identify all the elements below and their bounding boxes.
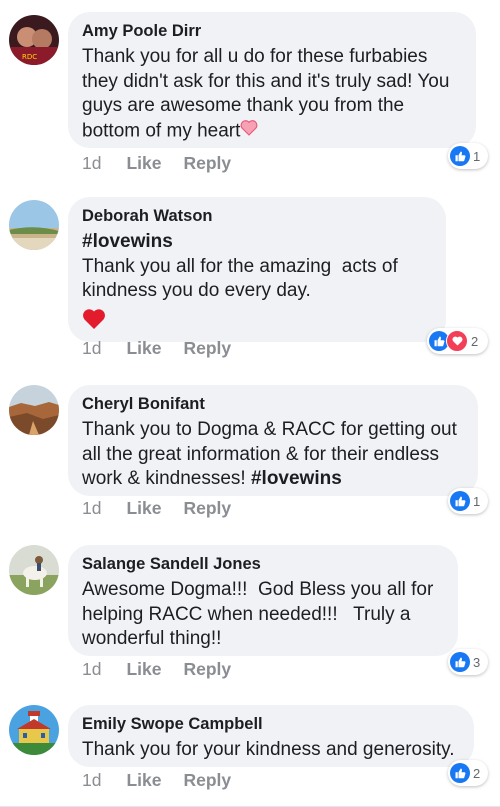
heart-emoji-icon [82,308,430,335]
profile-photo-icon [9,705,59,755]
comment-actions: 1d Like Reply [82,770,231,791]
comment-item: Salange Sandell Jones Awesome Dogma!!! G… [0,535,500,695]
like-button[interactable]: Like [126,338,161,359]
avatar[interactable] [9,385,59,435]
reply-button[interactable]: Reply [184,338,232,359]
avatar[interactable]: RDC [9,15,59,65]
reaction-summary[interactable]: 2 [448,760,488,786]
comment-author[interactable]: Cheryl Bonifant [82,394,462,414]
like-button[interactable]: Like [126,770,161,791]
timestamp[interactable]: 1d [82,659,101,680]
timestamp[interactable]: 1d [82,498,101,519]
comment-author[interactable]: Emily Swope Campbell [82,714,458,734]
comment-author[interactable]: Salange Sandell Jones [82,554,442,574]
comment-text: Thank you for all u do for these furbabi… [82,46,455,141]
reply-button[interactable]: Reply [184,153,232,174]
avatar[interactable] [9,545,59,595]
timestamp[interactable]: 1d [82,338,101,359]
like-reaction-icon [450,763,470,783]
comment-bubble: Deborah Watson #lovewins Thank you all f… [68,197,446,342]
reaction-summary[interactable]: 3 [448,649,488,675]
timestamp[interactable]: 1d [82,153,101,174]
like-button[interactable]: Like [126,498,161,519]
comment-item: Cheryl Bonifant Thank you to Dogma & RAC… [0,375,500,535]
comment-bubble: Emily Swope Campbell Thank you for your … [68,705,474,767]
comment-actions: 1d Like Reply [82,498,231,519]
like-button[interactable]: Like [126,659,161,680]
comment-item: Emily Swope Campbell Thank you for your … [0,695,500,807]
reaction-summary[interactable]: 2 [427,328,488,354]
like-reaction-icon [450,146,470,166]
avatar[interactable] [9,200,59,250]
comment-author[interactable]: Amy Poole Dirr [82,21,460,41]
reaction-summary[interactable]: 1 [448,488,488,514]
love-reaction-icon [446,330,468,352]
reaction-summary[interactable]: 1 [448,143,488,169]
profile-photo-icon [9,200,59,250]
reaction-count: 1 [473,148,481,164]
reaction-count: 1 [473,493,481,509]
reply-button[interactable]: Reply [184,770,232,791]
comment-bubble: Cheryl Bonifant Thank you to Dogma & RAC… [68,385,478,496]
reply-button[interactable]: Reply [184,659,232,680]
timestamp[interactable]: 1d [82,770,101,791]
profile-photo-icon [9,385,59,435]
like-reaction-icon [450,652,470,672]
hashtag-link[interactable]: #lovewins [82,230,430,255]
reaction-count: 3 [473,654,481,670]
reply-button[interactable]: Reply [184,498,232,519]
comment-item: RDC Amy Poole Dirr Thank you for all u d… [0,0,500,185]
reaction-count: 2 [471,333,479,349]
comment-text: Thank you for your kindness and generosi… [82,739,455,760]
comment-text-wrap: Thank you to Dogma & RACC for getting ou… [82,418,462,492]
comment-text: Awesome Dogma!!! God Bless you all for h… [82,579,439,649]
comment-bubble: Salange Sandell Jones Awesome Dogma!!! G… [68,545,458,656]
like-button[interactable]: Like [126,153,161,174]
svg-text:RDC: RDC [22,53,37,61]
profile-photo-icon: RDC [9,15,59,65]
hashtag-link[interactable]: #lovewins [251,468,342,489]
comment-text-wrap: Thank you for all u do for these furbabi… [82,45,460,143]
heart-emoji-icon [240,119,258,144]
profile-photo-icon [9,545,59,595]
comment-actions: 1d Like Reply [82,659,231,680]
comment-actions: 1d Like Reply [82,153,231,174]
comment-text: Thank you all for the amazing acts of ki… [82,255,404,302]
comment-item: Deborah Watson #lovewins Thank you all f… [0,185,500,375]
like-reaction-icon [450,491,470,511]
comment-actions: 1d Like Reply [82,338,231,359]
reaction-count: 2 [473,765,481,781]
avatar[interactable] [9,705,59,755]
comment-author[interactable]: Deborah Watson [82,206,430,226]
comment-bubble: Amy Poole Dirr Thank you for all u do fo… [68,12,476,148]
